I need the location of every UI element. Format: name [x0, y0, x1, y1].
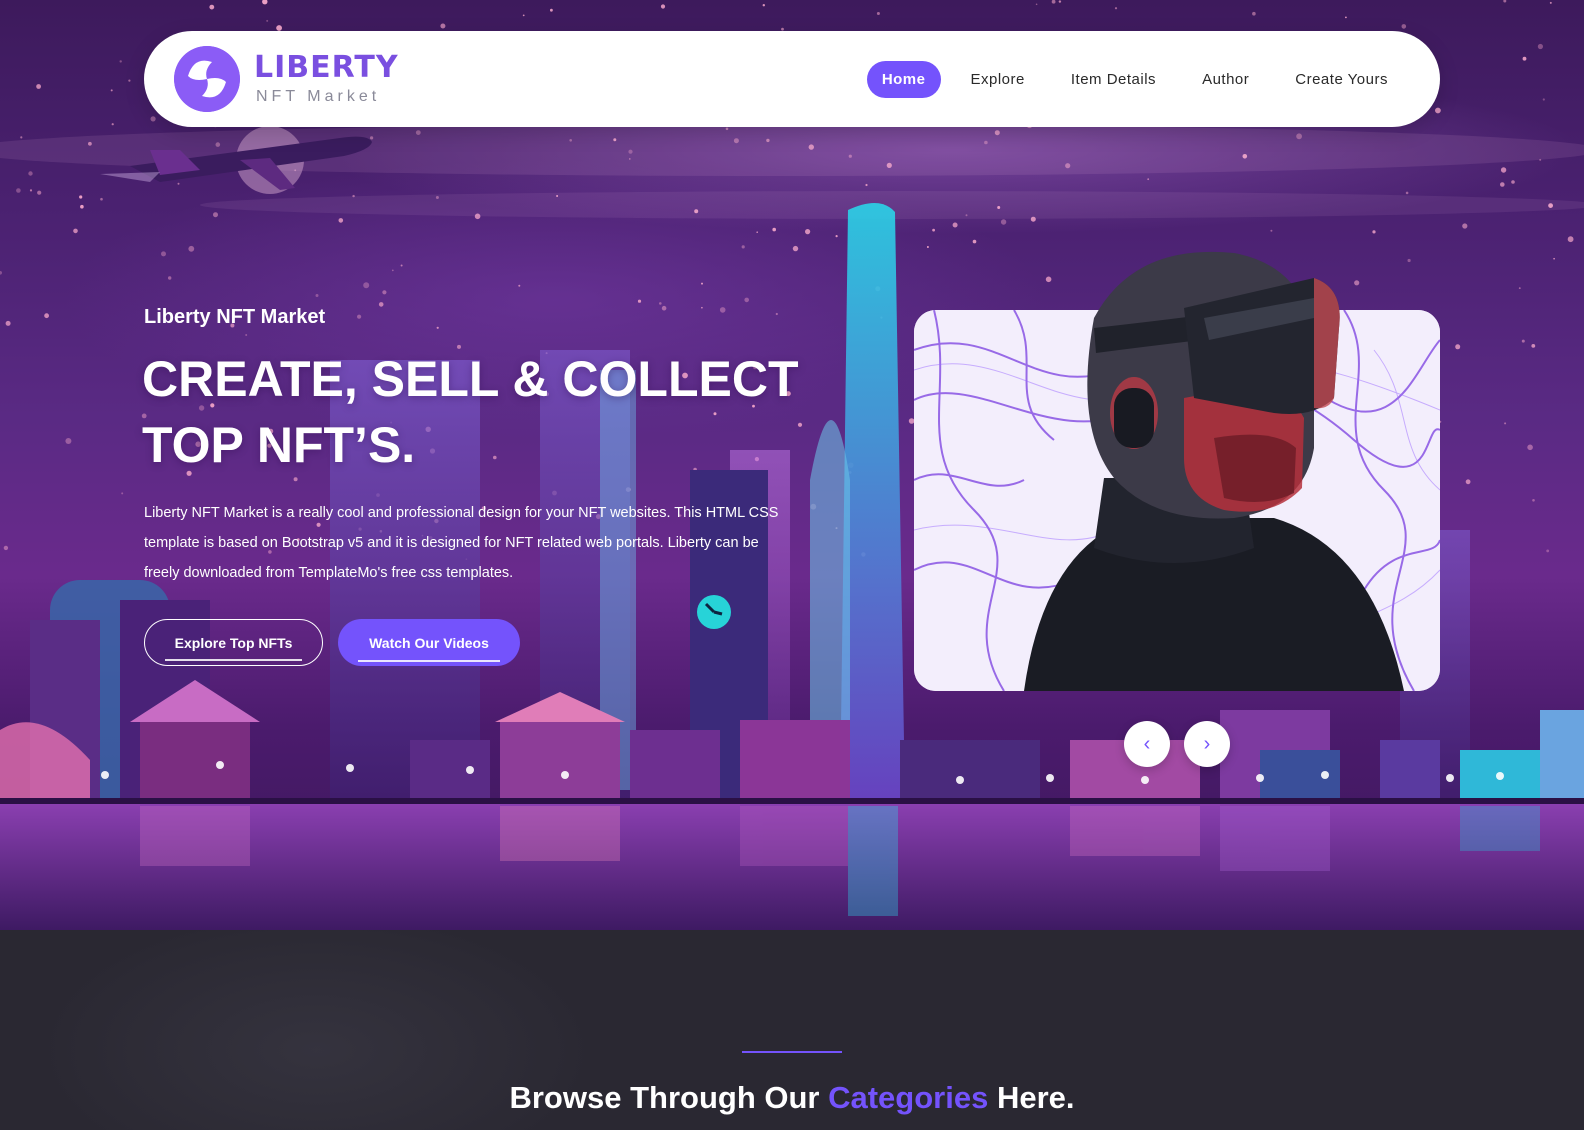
- star-dot: [262, 0, 268, 5]
- logo-title: LIBERTY: [254, 50, 399, 85]
- star-dot: [209, 4, 215, 10]
- star-dot: [1542, 98, 1545, 101]
- explore-top-nfts-button[interactable]: Explore Top NFTs: [144, 619, 323, 666]
- star-dot: [1511, 180, 1515, 184]
- star-dot: [110, 89, 113, 92]
- section-divider-line: [742, 1051, 842, 1053]
- hero-description: Liberty NFT Market is a really cool and …: [144, 505, 779, 581]
- star-dot: [1405, 191, 1409, 195]
- vr-headset-person-image: [1024, 251, 1404, 691]
- star-dot: [79, 195, 83, 199]
- star-dot: [1500, 182, 1505, 187]
- site-logo[interactable]: LIBERTY NFT Market: [174, 46, 399, 112]
- chevron-right-icon: ›: [1203, 732, 1211, 755]
- hero-eyebrow: Liberty NFT Market: [144, 306, 326, 328]
- star-dot: [660, 4, 666, 9]
- star-dot: [1345, 16, 1347, 19]
- categories-section: Browse Through Our Categories Here.: [0, 930, 1584, 1130]
- star-dot: [28, 171, 33, 176]
- star-dot: [550, 8, 553, 12]
- star-dot: [522, 14, 525, 17]
- star-dot: [1522, 56, 1527, 61]
- star-dot: [20, 136, 23, 139]
- star-dot: [440, 23, 446, 29]
- carousel-next-button[interactable]: ›: [1184, 721, 1230, 767]
- star-dot: [16, 188, 21, 193]
- nav-link-explore[interactable]: Explore: [955, 61, 1041, 98]
- nav-link-home[interactable]: Home: [866, 60, 941, 98]
- star-dot: [1035, 3, 1038, 6]
- star-dot: [1537, 43, 1543, 50]
- star-dot: [1114, 7, 1118, 10]
- nav-links: Home Explore Item Details Author Create …: [866, 60, 1404, 98]
- liberty-logo-icon: [174, 46, 240, 112]
- star-dot: [37, 190, 42, 195]
- nav-link-author[interactable]: Author: [1186, 61, 1265, 98]
- categories-heading-accent: Categories: [828, 1080, 989, 1115]
- chevron-left-icon: ‹: [1143, 732, 1151, 755]
- hero-title: CREATE, SELL & COLLECT TOP NFT’S.: [142, 346, 862, 478]
- nav-link-create-yours[interactable]: Create Yours: [1279, 61, 1404, 98]
- star-dot: [128, 79, 131, 82]
- star-dot: [1058, 0, 1062, 3]
- star-dot: [1500, 167, 1507, 173]
- star-dot: [29, 189, 33, 192]
- star-dot: [1401, 24, 1407, 29]
- hero-title-line-2: TOP NFT’S.: [142, 417, 416, 473]
- star-dot: [119, 60, 122, 63]
- hero-title-line-1: CREATE, SELL & COLLECT: [142, 351, 799, 407]
- star-dot: [762, 3, 765, 7]
- star-dot: [36, 84, 41, 89]
- watch-our-videos-button[interactable]: Watch Our Videos: [338, 619, 520, 666]
- logo-subtitle: NFT Market: [256, 88, 381, 105]
- star-dot: [865, 183, 868, 187]
- main-navbar: LIBERTY NFT Market Home Explore Item Det…: [144, 31, 1440, 127]
- star-dot: [1549, 1, 1552, 4]
- star-dot: [876, 12, 880, 15]
- categories-heading-prefix: Browse Through Our: [509, 1080, 829, 1115]
- airplane-illustration: [100, 126, 372, 194]
- categories-heading-suffix: Here.: [988, 1080, 1075, 1115]
- star-dot: [1252, 11, 1256, 16]
- star-dot: [1147, 178, 1150, 181]
- categories-heading: Browse Through Our Categories Here.: [0, 1080, 1584, 1116]
- star-dot: [1051, 0, 1056, 4]
- carousel-prev-button[interactable]: ‹: [1124, 721, 1170, 767]
- star-dot: [266, 19, 269, 22]
- nav-link-item-details[interactable]: Item Details: [1055, 61, 1172, 98]
- star-dot: [1503, 0, 1507, 3]
- star-dot: [1435, 107, 1441, 114]
